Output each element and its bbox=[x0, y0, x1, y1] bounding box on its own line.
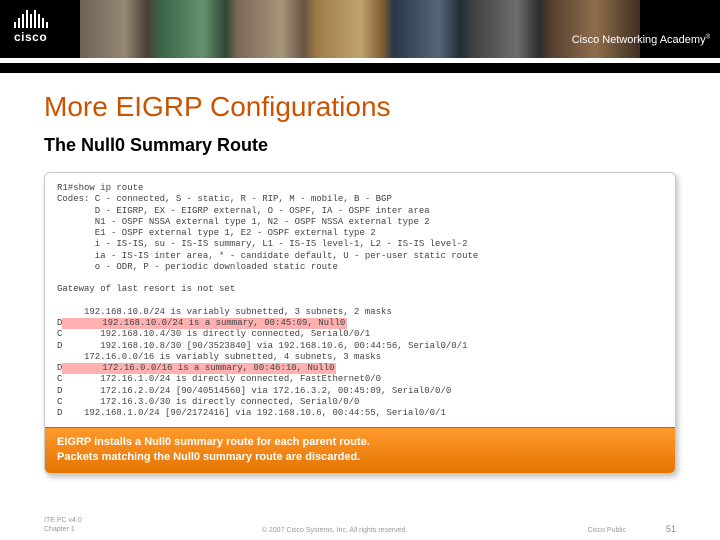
code-line: ia - IS-IS inter area, * - candidate def… bbox=[57, 251, 478, 261]
terminal-prompt: R1#show ip route bbox=[57, 183, 143, 193]
route-line: C 172.16.1.0/24 is directly connected, F… bbox=[57, 374, 381, 384]
footer-chapter: Chapter 1 bbox=[44, 525, 82, 534]
academy-label: Cisco Networking Academy® bbox=[572, 34, 710, 46]
slide-footer: ITE PC v4.0 Chapter 1 © 2007 Cisco Syste… bbox=[0, 516, 720, 534]
route-line: 172.16.0.0/16 is variably subnetted, 4 s… bbox=[57, 352, 381, 362]
code-line: E1 - OSPF external type 1, E2 - OSPF ext… bbox=[57, 228, 376, 238]
cisco-logo: cisco bbox=[14, 10, 48, 44]
route-line: D 172.16.2.0/24 [90/40514560] via 172.16… bbox=[57, 386, 451, 396]
cisco-bars-icon bbox=[14, 10, 48, 28]
gateway-line: Gateway of last resort is not set bbox=[57, 284, 235, 294]
footer-left: ITE PC v4.0 Chapter 1 bbox=[44, 516, 82, 534]
terminal-panel: R1#show ip route Codes: C - connected, S… bbox=[44, 172, 676, 474]
slide-subtitle: The Null0 Summary Route bbox=[44, 135, 676, 156]
footer-course: ITE PC v4.0 bbox=[44, 516, 82, 525]
route-line: D 192.168.1.0/24 [90/2172416] via 192.16… bbox=[57, 408, 446, 418]
code-line: Codes: C - connected, S - static, R - RI… bbox=[57, 194, 392, 204]
header-band: cisco Cisco Networking Academy® bbox=[0, 0, 720, 58]
code-line: N1 - OSPF NSSA external type 1, N2 - OSP… bbox=[57, 217, 430, 227]
caption-band: EIGRP installs a Null0 summary route for… bbox=[45, 427, 675, 473]
route-line: C 172.16.3.0/30 is directly connected, S… bbox=[57, 397, 359, 407]
slide-content: More EIGRP Configurations The Null0 Summ… bbox=[0, 73, 720, 474]
caption-line-1: EIGRP installs a Null0 summary route for… bbox=[57, 436, 663, 448]
code-line: i - IS-IS, su - IS-IS summary, L1 - IS-I… bbox=[57, 239, 467, 249]
route-line-highlight: 172.16.0.0/16 is a summary, 00:46:10, Nu… bbox=[62, 363, 336, 374]
footer-page-number: 51 bbox=[666, 524, 676, 534]
route-line: D 192.168.10.8/30 [90/3523840] via 192.1… bbox=[57, 341, 467, 351]
route-line-highlight: 192.168.10.0/24 is a summary, 00:45:09, … bbox=[62, 318, 347, 329]
brand-text: cisco bbox=[14, 30, 48, 44]
caption-line-2: Packets matching the Null0 summary route… bbox=[57, 451, 663, 463]
footer-classification: Cisco Public bbox=[587, 527, 626, 534]
terminal-output: R1#show ip route Codes: C - connected, S… bbox=[45, 173, 675, 427]
code-line: D - EIGRP, EX - EIGRP external, O - OSPF… bbox=[57, 206, 430, 216]
slide-title: More EIGRP Configurations bbox=[44, 91, 676, 123]
black-strip bbox=[0, 63, 720, 73]
code-line: o - ODR, P - periodic downloaded static … bbox=[57, 262, 338, 272]
route-line: 192.168.10.0/24 is variably subnetted, 3… bbox=[57, 307, 392, 317]
footer-copyright: © 2007 Cisco Systems, Inc. All rights re… bbox=[82, 527, 588, 534]
header-photo-strip bbox=[80, 0, 640, 58]
route-line: C 192.168.10.4/30 is directly connected,… bbox=[57, 329, 370, 339]
